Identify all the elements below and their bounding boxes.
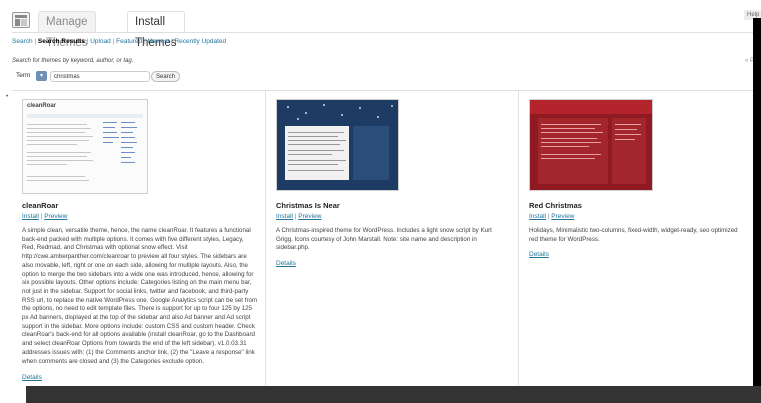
search-hint: Search for themes by keyword, author, or…: [12, 58, 134, 64]
theme-name: cleanRoar: [22, 201, 59, 210]
term-label: Term: [16, 72, 31, 79]
column-divider: [265, 91, 266, 391]
tab-install-themes[interactable]: Install Themes: [127, 11, 185, 49]
preview-link[interactable]: Preview: [551, 213, 574, 220]
tabs-divider: [12, 32, 756, 33]
search-input[interactable]: [50, 71, 150, 82]
theme-actions: Install | Preview: [276, 213, 322, 220]
subnav-search[interactable]: Search: [12, 38, 33, 45]
subnav-search-results[interactable]: Search Results: [38, 38, 85, 45]
subnav-newest[interactable]: Newest: [147, 38, 169, 45]
install-link[interactable]: Install: [276, 213, 293, 220]
results-divider: [12, 90, 757, 91]
search-button[interactable]: Search: [151, 71, 181, 82]
theme-description: Holidays, Minimalistic two-columns, fixe…: [529, 227, 738, 243]
preview-link[interactable]: Preview: [298, 213, 321, 220]
theme-name: Red Christmas: [529, 201, 582, 210]
details-link[interactable]: Details: [276, 260, 296, 267]
bullet-mark: •: [6, 94, 9, 100]
cleanroar-screenshot[interactable]: cleanRoar: [22, 99, 148, 194]
chevron-down-icon: ▾: [39, 73, 43, 79]
christmas-is-near-screenshot[interactable]: [276, 99, 399, 191]
details-link[interactable]: Details: [22, 374, 42, 381]
theme-actions: Install | Preview: [22, 213, 68, 220]
subnav-upload[interactable]: Upload: [90, 38, 111, 45]
subnav: Search | Search Results | Upload | Featu…: [12, 38, 227, 45]
install-themes-page: Manage Themes Install Themes Help Search…: [0, 0, 761, 403]
column-divider: [518, 91, 519, 391]
theme-description: A Christmas-inspired theme for WordPress…: [276, 227, 492, 252]
themes-icon: [12, 12, 30, 28]
details-link[interactable]: Details: [529, 251, 549, 258]
preview-link[interactable]: Preview: [44, 213, 67, 220]
theme-description: A simple clean, versatile theme, hence, …: [22, 227, 258, 365]
red-christmas-screenshot[interactable]: [529, 99, 653, 191]
window-edge-bottom: [26, 386, 761, 403]
subnav-recently-updated[interactable]: Recently Updated: [174, 38, 226, 45]
tab-manage-themes[interactable]: Manage Themes: [38, 11, 96, 49]
term-type-select[interactable]: ▾: [36, 71, 47, 81]
subnav-featured[interactable]: Featured: [116, 38, 142, 45]
theme-actions: Install | Preview: [529, 213, 575, 220]
install-link[interactable]: Install: [529, 213, 546, 220]
theme-name: Christmas Is Near: [276, 201, 340, 210]
install-link[interactable]: Install: [22, 213, 39, 220]
window-edge: [753, 18, 761, 403]
